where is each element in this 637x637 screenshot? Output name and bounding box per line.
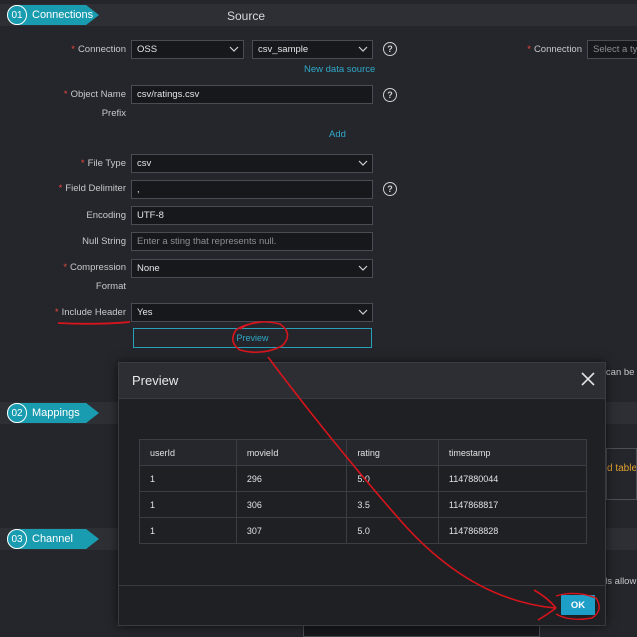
compression-format-label: Format [95,281,126,292]
column-header: rating [346,439,439,466]
chevron-down-icon [358,309,368,315]
clipped-text-table: d table [607,463,637,474]
null-string-input[interactable]: Enter a sting that represents null. [131,232,373,251]
step-label: Mappings [32,407,80,419]
field-delimiter-input[interactable]: , [131,180,373,199]
null-string-label: Null String [82,236,126,247]
encoding-label: Encoding [86,210,126,221]
object-name-input[interactable]: csv/ratings.csv [131,85,373,104]
table-cell: 306 [235,491,348,518]
step-chip-connections[interactable]: 01 Connections [7,5,99,25]
modal-header: Preview [119,363,605,399]
add-link[interactable]: Add [329,129,346,140]
table-row: 1 306 3.5 1147868817 [139,491,588,518]
field-delimiter-label: * Field Delimiter [58,183,126,194]
new-data-source-link[interactable]: New data source [304,64,375,75]
table-row: 1 296 5.0 1147880044 [139,465,588,492]
table-cell: 1 [139,517,237,544]
compression-label: * Compression [63,262,126,273]
table-row: 1 307 5.0 1147868828 [139,517,588,544]
column-header: movieId [235,439,348,466]
prefix-label: Prefix [101,108,126,119]
step-chip-mappings[interactable]: 02 Mappings [7,403,99,423]
help-icon[interactable]: ? [383,88,397,102]
column-header: timestamp [437,439,588,466]
chevron-down-icon [358,46,368,52]
help-icon[interactable]: ? [383,182,397,196]
close-icon[interactable] [579,370,597,388]
ok-button[interactable]: OK [561,595,595,615]
chevron-down-icon [358,265,368,271]
modal-title: Preview [132,373,179,388]
step-label: Connections [32,9,94,21]
file-type-select[interactable]: csv [131,154,373,173]
column-header: userId [139,439,237,466]
step-chip-channel[interactable]: 03 Channel [7,529,99,549]
step-number: 02 [7,403,27,423]
file-type-label: * File Type [80,158,126,169]
table-cell: 307 [235,517,348,544]
chevron-down-icon [358,160,368,166]
clipped-info-box: d table [606,448,637,500]
help-icon[interactable]: ? [383,42,397,56]
preview-button[interactable]: Preview [133,328,372,348]
include-header-label: * Include Header [54,307,126,318]
target-connection-select[interactable]: Select a ty [587,40,637,59]
clipped-text-allow: ds allow [602,576,637,587]
table-cell: 1 [139,491,237,518]
preview-table: userId movieId rating timestamp 1 296 5.… [139,439,588,544]
include-header-select[interactable]: Yes [131,303,373,322]
annotation-underline [57,321,131,325]
step-number: 01 [7,5,27,25]
step-number: 03 [7,529,27,549]
table-cell: 5.0 [346,465,439,492]
connection-name-select[interactable]: csv_sample [252,40,373,59]
preview-modal: Preview userId movieId rating timestamp … [118,362,606,626]
table-cell: 296 [235,465,348,492]
step-bar-connections: 01 Connections [0,4,637,26]
source-section-title: Source [227,9,266,23]
step-label: Channel [32,533,73,545]
target-connection-label: * Connection [527,44,582,55]
table-cell: 1147868828 [437,517,588,544]
object-name-label: * Object Name [63,89,126,100]
modal-footer: OK [119,585,605,625]
encoding-input[interactable]: UTF-8 [131,206,373,225]
table-cell: 3.5 [346,491,439,518]
table-cell: 1147868817 [437,491,588,518]
table-header-row: userId movieId rating timestamp [139,439,588,466]
table-cell: 5.0 [346,517,439,544]
chevron-down-icon [229,46,239,52]
compression-select[interactable]: None [131,259,373,278]
table-cell: 1 [139,465,237,492]
connection-type-select[interactable]: OSS [131,40,244,59]
connection-label: * Connection [71,44,126,55]
table-cell: 1147880044 [437,465,588,492]
